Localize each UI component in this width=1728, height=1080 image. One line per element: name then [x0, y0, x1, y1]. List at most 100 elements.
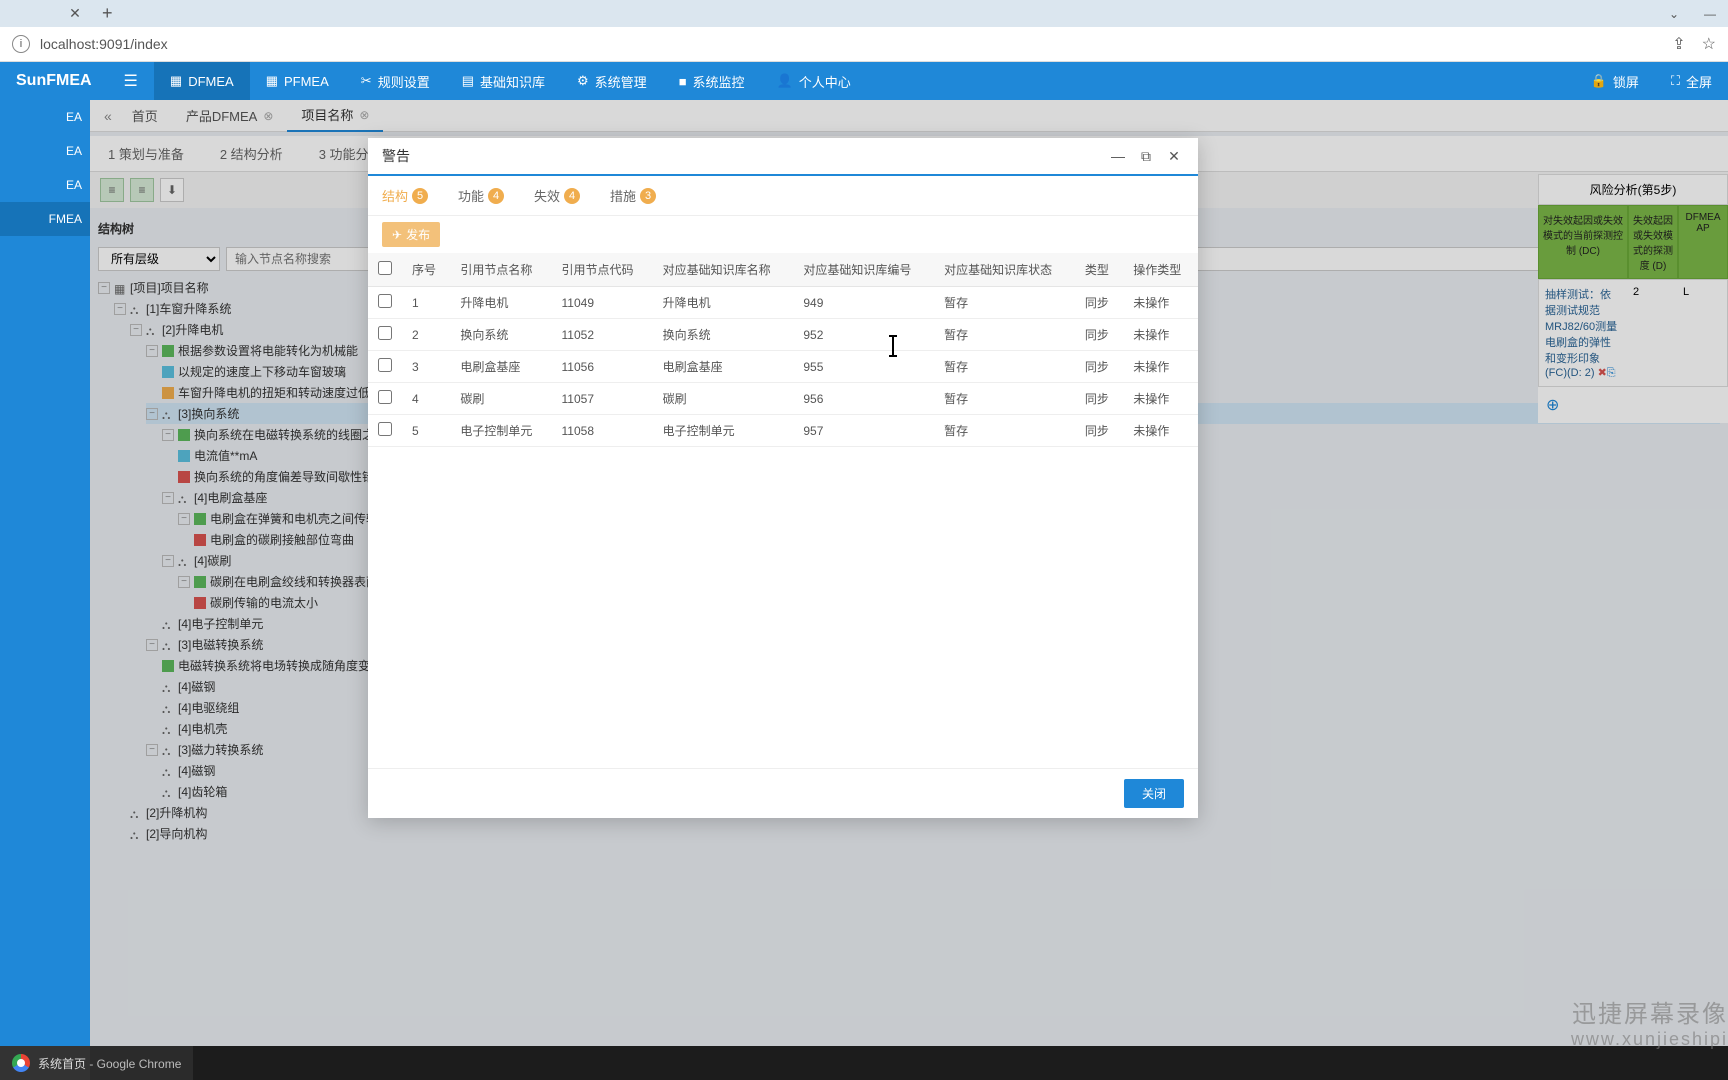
cell-kbid: 956 — [793, 383, 934, 415]
window-minimize-icon[interactable]: — — [1692, 0, 1728, 27]
cell-code: 11056 — [552, 351, 653, 383]
modal-tab-structure[interactable]: 结构5 — [382, 182, 428, 209]
cell-code: 11049 — [552, 287, 653, 319]
fullscreen-icon: ⛶ — [1671, 73, 1680, 89]
cell-kbname: 换向系统 — [653, 319, 794, 351]
cell-kbid: 952 — [793, 319, 934, 351]
cell-type: 同步 — [1075, 287, 1123, 319]
col-op: 操作类型 — [1123, 253, 1198, 287]
watermark: 迅捷屏幕录像 www.xunjieshipi — [1571, 994, 1728, 1050]
url-text[interactable]: localhost:9091/index — [40, 36, 1672, 52]
sidebar-item[interactable]: EA — [0, 168, 90, 202]
cell-code: 11057 — [552, 383, 653, 415]
col-name: 引用节点名称 — [450, 253, 551, 287]
nav-personal[interactable]: 👤个人中心 — [761, 62, 867, 100]
modal-tab-failure[interactable]: 失效4 — [534, 182, 580, 209]
table-row[interactable]: 5 电子控制单元 11058 电子控制单元 957 暂存 同步 未操作 — [368, 415, 1198, 447]
grid-icon: ▦ — [170, 73, 182, 89]
cell-op: 未操作 — [1123, 319, 1198, 351]
modal-tab-function[interactable]: 功能4 — [458, 182, 504, 209]
grid-icon: ▦ — [266, 73, 278, 89]
cell-type: 同步 — [1075, 415, 1123, 447]
user-icon: 👤 — [777, 73, 793, 89]
cell-kbid: 949 — [793, 287, 934, 319]
nav-system[interactable]: ⚙系统管理 — [561, 62, 663, 100]
nav-dfmea[interactable]: ▦DFMEA — [154, 62, 250, 100]
modal-tab-action[interactable]: 措施3 — [610, 182, 656, 209]
left-sidebar: EA EA EA FMEA — [0, 100, 90, 1080]
table-row[interactable]: 1 升降电机 11049 升降电机 949 暂存 同步 未操作 — [368, 287, 1198, 319]
sidebar-item[interactable]: EA — [0, 134, 90, 168]
nav-pfmea[interactable]: ▦PFMEA — [250, 62, 345, 100]
cell-seq: 1 — [402, 287, 450, 319]
top-nav: SunFMEA ☰ ▦DFMEA ▦PFMEA ✂规则设置 ▤基础知识库 ⚙系统… — [0, 62, 1728, 100]
bookmark-icon[interactable]: ☆ — [1702, 34, 1716, 54]
menu-toggle-icon[interactable]: ☰ — [108, 71, 154, 91]
scissors-icon: ✂ — [361, 73, 372, 89]
minimize-icon[interactable]: — — [1108, 146, 1128, 166]
row-checkbox[interactable] — [378, 326, 392, 340]
cell-kbname: 电子控制单元 — [653, 415, 794, 447]
cell-name: 碳刷 — [450, 383, 551, 415]
row-checkbox[interactable] — [378, 390, 392, 404]
dialog-close-button[interactable]: 关闭 — [1124, 779, 1184, 808]
cell-code: 11052 — [552, 319, 653, 351]
site-info-icon[interactable]: i — [12, 35, 30, 53]
cell-status: 暂存 — [934, 415, 1075, 447]
table-row[interactable]: 4 碳刷 11057 碳刷 956 暂存 同步 未操作 — [368, 383, 1198, 415]
tab-close-icon[interactable]: ✕ — [68, 7, 82, 21]
select-all-checkbox[interactable] — [378, 261, 392, 275]
lock-button[interactable]: 🔒锁屏 — [1575, 62, 1655, 100]
chrome-icon — [12, 1054, 30, 1072]
col-type: 类型 — [1075, 253, 1123, 287]
cell-seq: 3 — [402, 351, 450, 383]
cell-op: 未操作 — [1123, 383, 1198, 415]
cell-status: 暂存 — [934, 383, 1075, 415]
cell-op: 未操作 — [1123, 415, 1198, 447]
table-row[interactable]: 3 电刷盒基座 11056 电刷盒基座 955 暂存 同步 未操作 — [368, 351, 1198, 383]
dialog-title: 警告 — [382, 146, 1100, 166]
row-checkbox[interactable] — [378, 294, 392, 308]
browser-tab-bar: ✕ + ⌄ — — [0, 0, 1728, 27]
cell-kbname: 电刷盒基座 — [653, 351, 794, 383]
col-code: 引用节点代码 — [552, 253, 653, 287]
cell-kbid: 957 — [793, 415, 934, 447]
maximize-icon[interactable]: ⧉ — [1136, 146, 1156, 166]
share-icon[interactable]: ⇪ — [1672, 34, 1685, 54]
sidebar-item[interactable]: FMEA — [0, 202, 90, 236]
col-seq: 序号 — [402, 253, 450, 287]
row-checkbox[interactable] — [378, 422, 392, 436]
cell-seq: 4 — [402, 383, 450, 415]
cell-type: 同步 — [1075, 383, 1123, 415]
address-bar: i localhost:9091/index ⇪ ☆ — [0, 27, 1728, 62]
cell-kbname: 升降电机 — [653, 287, 794, 319]
new-tab-icon[interactable]: + — [102, 3, 113, 24]
cell-name: 电刷盒基座 — [450, 351, 551, 383]
table-row[interactable]: 2 换向系统 11052 换向系统 952 暂存 同步 未操作 — [368, 319, 1198, 351]
cell-status: 暂存 — [934, 287, 1075, 319]
cell-type: 同步 — [1075, 351, 1123, 383]
cell-seq: 5 — [402, 415, 450, 447]
cell-status: 暂存 — [934, 319, 1075, 351]
nav-rules[interactable]: ✂规则设置 — [345, 62, 446, 100]
close-icon[interactable]: ✕ — [1164, 146, 1184, 166]
nav-knowledge[interactable]: ▤基础知识库 — [446, 62, 561, 100]
cell-kbid: 955 — [793, 351, 934, 383]
window-dropdown-icon[interactable]: ⌄ — [1656, 0, 1692, 27]
col-kbname: 对应基础知识库名称 — [653, 253, 794, 287]
col-kbid: 对应基础知识库编号 — [793, 253, 934, 287]
cell-kbname: 碳刷 — [653, 383, 794, 415]
cell-name: 升降电机 — [450, 287, 551, 319]
camera-icon: ■ — [679, 74, 687, 89]
publish-button[interactable]: ✈发布 — [382, 222, 440, 247]
nav-monitor[interactable]: ■系统监控 — [663, 62, 761, 100]
list-icon: ▤ — [462, 73, 474, 89]
gear-icon: ⚙ — [577, 73, 589, 89]
cell-type: 同步 — [1075, 319, 1123, 351]
cell-name: 电子控制单元 — [450, 415, 551, 447]
row-checkbox[interactable] — [378, 358, 392, 372]
col-status: 对应基础知识库状态 — [934, 253, 1075, 287]
sidebar-item[interactable]: EA — [0, 100, 90, 134]
fullscreen-button[interactable]: ⛶全屏 — [1655, 62, 1728, 100]
cell-name: 换向系统 — [450, 319, 551, 351]
